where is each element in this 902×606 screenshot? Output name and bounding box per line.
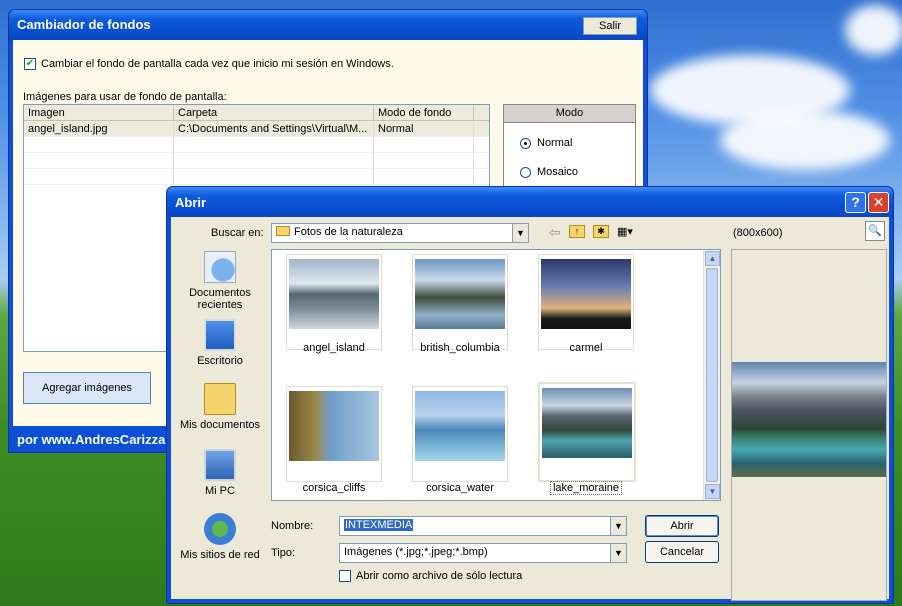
main-window-title: Cambiador de fondos	[17, 17, 151, 32]
file-thumb-corsica-cliffs[interactable]	[286, 386, 382, 482]
chevron-down-icon[interactable]: ▼	[610, 517, 626, 535]
recent-documents-icon	[204, 251, 236, 283]
mode-normal-label: Normal	[537, 137, 573, 149]
place-label: Documentos recientes	[189, 287, 251, 311]
chevron-down-icon[interactable]: ▼	[610, 544, 626, 562]
cloud	[720, 110, 890, 170]
open-dialog: Abrir ? ✕ Buscar en: Fotos de la natural…	[166, 186, 894, 604]
mode-tile-radio[interactable]	[520, 167, 531, 178]
exit-button[interactable]: Salir	[583, 17, 637, 35]
place-network[interactable]: Mis sitios de red	[175, 513, 265, 561]
auto-change-checkbox[interactable]: ✔	[24, 58, 36, 70]
grid-header: Imagen Carpeta Modo de fondo	[24, 105, 489, 121]
mode-tile-label: Mosaico	[537, 166, 578, 178]
auto-change-label: Cambiar el fondo de pantalla cada vez qu…	[41, 58, 394, 70]
footer-credit: por www.AndresCarizza	[17, 432, 166, 447]
type-label: Tipo:	[271, 547, 296, 559]
cloud	[845, 5, 902, 55]
type-value: Imágenes (*.jpg;*.jpeg;*.bmp)	[344, 546, 488, 558]
mode-normal-radio[interactable]	[520, 138, 531, 149]
cell-image: angel_island.jpg	[24, 121, 174, 136]
col-modo[interactable]: Modo de fondo	[374, 105, 474, 120]
type-combo[interactable]: Imágenes (*.jpg;*.jpeg;*.bmp) ▼	[339, 543, 627, 563]
place-label: Mis sitios de red	[180, 549, 260, 561]
file-label[interactable]: carmel	[531, 342, 641, 354]
list-label: Imágenes para usar de fondo de pantalla:	[23, 91, 227, 103]
cell-folder: C:\Documents and Settings\Virtual\M...	[174, 121, 374, 136]
open-button[interactable]: Abrir	[645, 515, 719, 537]
file-thumb-angel-island[interactable]	[286, 254, 382, 350]
mode-group-title: Modo	[504, 105, 635, 123]
filename-value[interactable]: INTEXMEDIA	[344, 519, 414, 531]
place-my-documents[interactable]: Mis documentos	[175, 383, 265, 431]
place-label: Mi PC	[205, 485, 235, 497]
main-title-bar: Cambiador de fondos Salir	[9, 10, 647, 40]
close-icon[interactable]: ✕	[868, 192, 889, 213]
folder-icon	[276, 226, 290, 236]
file-thumb-lake-moraine[interactable]	[538, 382, 636, 482]
place-recent[interactable]: Documentos recientes	[175, 251, 265, 311]
cancel-button[interactable]: Cancelar	[645, 541, 719, 563]
file-label[interactable]: british_columbia	[405, 342, 515, 354]
look-in-label: Buscar en:	[211, 227, 264, 239]
dialog-title: Abrir	[175, 195, 207, 210]
file-thumb-british-columbia[interactable]	[412, 254, 508, 350]
readonly-label: Abrir como archivo de sólo lectura	[356, 570, 523, 582]
place-desktop[interactable]: Escritorio	[175, 319, 265, 367]
my-computer-icon	[204, 449, 236, 481]
file-list-scrollbar[interactable]: ▲ ▼	[703, 250, 720, 500]
file-label[interactable]: corsica_water	[405, 482, 515, 494]
my-documents-icon	[204, 383, 236, 415]
readonly-checkbox[interactable]	[339, 570, 351, 582]
chevron-down-icon[interactable]: ▼	[512, 224, 528, 242]
file-list[interactable]: angel_island british_columbia carmel cor…	[271, 249, 721, 501]
place-label: Escritorio	[197, 355, 243, 367]
file-label[interactable]: corsica_cliffs	[279, 482, 389, 494]
scroll-up-icon[interactable]: ▲	[705, 251, 720, 266]
dialog-content: Buscar en: Fotos de la naturaleza ▼ ⇦ ↑ …	[171, 217, 889, 601]
col-carpeta[interactable]: Carpeta	[174, 105, 374, 120]
preview-pane	[731, 249, 887, 601]
preview-size: (800x600)	[733, 227, 783, 239]
scrollbar-thumb[interactable]	[706, 268, 718, 482]
table-row[interactable]	[24, 169, 489, 185]
scroll-down-icon[interactable]: ▼	[705, 484, 720, 499]
filename-label: Nombre:	[271, 520, 314, 532]
place-my-computer[interactable]: Mi PC	[175, 449, 265, 497]
file-label[interactable]: angel_island	[279, 342, 389, 354]
table-row[interactable]	[24, 137, 489, 153]
table-row[interactable]	[24, 153, 489, 169]
file-thumb-carmel[interactable]	[538, 254, 634, 350]
dialog-title-bar: Abrir ? ✕	[167, 187, 893, 217]
add-images-button[interactable]: Agregar imágenes	[23, 372, 151, 404]
col-imagen[interactable]: Imagen	[24, 105, 174, 120]
desktop-icon	[204, 319, 236, 351]
back-icon[interactable]: ⇦	[549, 224, 561, 241]
places-bar: Documentos recientes Escritorio Mis docu…	[175, 247, 265, 597]
new-folder-icon[interactable]: ✱	[593, 225, 609, 238]
file-thumb-corsica-water[interactable]	[412, 386, 508, 482]
network-places-icon	[204, 513, 236, 545]
preview-image	[732, 362, 886, 477]
view-menu-icon[interactable]: ▦▾	[617, 225, 639, 238]
preview-toggle-icon[interactable]: 🔍	[865, 221, 885, 241]
file-label-selected[interactable]: lake_moraine	[531, 481, 641, 495]
up-folder-icon[interactable]: ↑	[569, 225, 585, 238]
look-in-combo[interactable]: Fotos de la naturaleza ▼	[271, 223, 529, 243]
look-in-value: Fotos de la naturaleza	[294, 226, 403, 238]
filename-combo[interactable]: INTEXMEDIA ▼	[339, 516, 627, 536]
cell-mode: Normal	[374, 121, 474, 136]
place-label: Mis documentos	[179, 419, 261, 431]
help-icon[interactable]: ?	[845, 192, 866, 213]
table-row[interactable]: angel_island.jpg C:\Documents and Settin…	[24, 121, 489, 137]
